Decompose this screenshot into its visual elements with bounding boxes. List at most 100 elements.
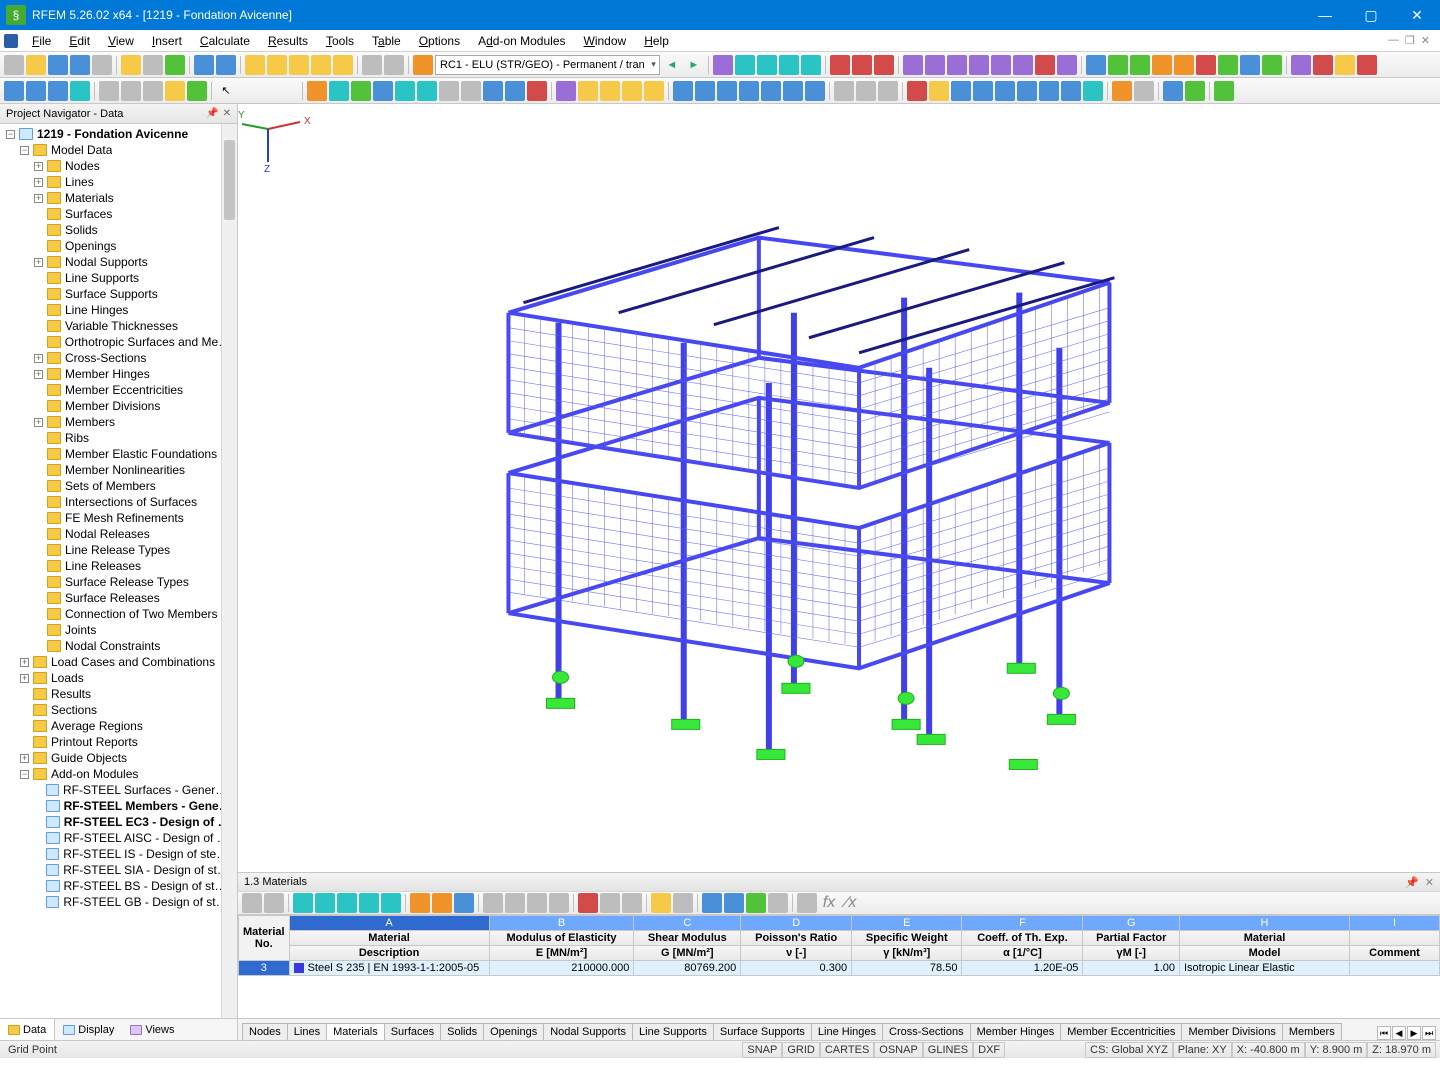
- t2d-icon[interactable]: [70, 81, 90, 101]
- tab-last-icon[interactable]: ⏭: [1422, 1026, 1436, 1040]
- t6a-icon[interactable]: [834, 81, 854, 101]
- tt14-icon[interactable]: [549, 893, 569, 913]
- r3-icon[interactable]: [874, 55, 894, 75]
- child-restore-icon[interactable]: ❐: [1403, 34, 1417, 47]
- t2e-icon[interactable]: [99, 81, 119, 101]
- tree-item[interactable]: RF-STEEL GB - Design of steel m: [0, 894, 237, 910]
- menu-calculate[interactable]: Calculate: [192, 32, 258, 50]
- t3a-icon[interactable]: [307, 81, 327, 101]
- r1-icon[interactable]: [830, 55, 850, 75]
- tree-item[interactable]: Surfaces: [0, 206, 237, 222]
- tree-item[interactable]: Nodal Constraints: [0, 638, 237, 654]
- tt16-icon[interactable]: [600, 893, 620, 913]
- t2f-icon[interactable]: [121, 81, 141, 101]
- tt8-icon[interactable]: [410, 893, 430, 913]
- p6-icon[interactable]: [1013, 55, 1033, 75]
- tt9-icon[interactable]: [432, 893, 452, 913]
- status-toggle-osnap[interactable]: OSNAP: [874, 1042, 923, 1058]
- tab-cross-sections[interactable]: Cross-Sections: [882, 1023, 971, 1040]
- tab-first-icon[interactable]: ⏮: [1377, 1026, 1391, 1040]
- t7c-icon[interactable]: [951, 81, 971, 101]
- loadcase-combo[interactable]: RC1 - ELU (STR/GEO) - Permanent / tran: [435, 55, 660, 75]
- t2b-icon[interactable]: [26, 81, 46, 101]
- b4-icon[interactable]: [1152, 55, 1172, 75]
- b6-icon[interactable]: [1196, 55, 1216, 75]
- tab-line-hinges[interactable]: Line Hinges: [811, 1023, 883, 1040]
- tree-item[interactable]: Line Releases: [0, 558, 237, 574]
- grid-icon[interactable]: [362, 55, 382, 75]
- minimize-button[interactable]: —: [1302, 0, 1348, 30]
- menu-edit[interactable]: Edit: [61, 32, 98, 50]
- r2-icon[interactable]: [852, 55, 872, 75]
- tab-surfaces[interactable]: Surfaces: [384, 1023, 441, 1040]
- t3j-icon[interactable]: [505, 81, 525, 101]
- calc-icon[interactable]: [713, 55, 733, 75]
- tt7-icon[interactable]: [381, 893, 401, 913]
- t9a-icon[interactable]: [1163, 81, 1183, 101]
- tt3-icon[interactable]: [293, 893, 313, 913]
- tree-item[interactable]: Solids: [0, 222, 237, 238]
- b9-icon[interactable]: [1262, 55, 1282, 75]
- navigator-tree[interactable]: −1219 - Fondation Avicenne−Model Data+No…: [0, 124, 237, 1018]
- status-toggle-cartes[interactable]: CARTES: [820, 1042, 874, 1058]
- fx-icon[interactable]: fx: [819, 893, 839, 913]
- c3-icon[interactable]: [1335, 55, 1355, 75]
- tree-item[interactable]: Intersections of Surfaces: [0, 494, 237, 510]
- tree-item[interactable]: Results: [0, 686, 237, 702]
- tree-item[interactable]: Variable Thicknesses: [0, 318, 237, 334]
- t4a-icon[interactable]: [556, 81, 576, 101]
- tree-item[interactable]: RF-STEEL EC3 - Design of stee: [0, 814, 237, 830]
- tree-item[interactable]: Line Hinges: [0, 302, 237, 318]
- nav-tab-display[interactable]: Display: [55, 1019, 122, 1040]
- t5c-icon[interactable]: [717, 81, 737, 101]
- tt1-icon[interactable]: [242, 893, 262, 913]
- tree-scrollbar[interactable]: [221, 124, 237, 1018]
- nav-close-icon[interactable]: ✕: [223, 108, 231, 119]
- tree-item[interactable]: +Member Hinges: [0, 366, 237, 382]
- tree-item[interactable]: Openings: [0, 238, 237, 254]
- tree-item[interactable]: RF-STEEL Surfaces - General stre: [0, 782, 237, 798]
- tree-item[interactable]: +Lines: [0, 174, 237, 190]
- t9c-icon[interactable]: [1214, 81, 1234, 101]
- res2-icon[interactable]: [757, 55, 777, 75]
- menu-file[interactable]: File: [24, 32, 59, 50]
- tab-openings[interactable]: Openings: [483, 1023, 544, 1040]
- b5-icon[interactable]: [1174, 55, 1194, 75]
- tree-item[interactable]: Member Elastic Foundations: [0, 446, 237, 462]
- t8a-icon[interactable]: [1112, 81, 1132, 101]
- menu-options[interactable]: Options: [411, 32, 468, 50]
- tab-member-divisions[interactable]: Member Divisions: [1181, 1023, 1282, 1040]
- tree-item[interactable]: +Loads: [0, 670, 237, 686]
- table-pin-icon[interactable]: 📌: [1405, 876, 1419, 889]
- t3g-icon[interactable]: [439, 81, 459, 101]
- table-close-icon[interactable]: ✕: [1425, 876, 1434, 889]
- res4-icon[interactable]: [801, 55, 821, 75]
- p5-icon[interactable]: [991, 55, 1011, 75]
- grid2-icon[interactable]: [384, 55, 404, 75]
- t3b-icon[interactable]: [329, 81, 349, 101]
- tree-item[interactable]: Surface Release Types: [0, 574, 237, 590]
- tree-item[interactable]: Sets of Members: [0, 478, 237, 494]
- tree-item[interactable]: RF-STEEL Members - General s: [0, 798, 237, 814]
- table-row[interactable]: 3 Steel S 235 | EN 1993-1-1:2005-05 2100…: [239, 961, 1440, 976]
- p7-icon[interactable]: [1035, 55, 1055, 75]
- redo-icon[interactable]: [216, 55, 236, 75]
- p2-icon[interactable]: [925, 55, 945, 75]
- res1-icon[interactable]: [735, 55, 755, 75]
- b3-icon[interactable]: [1130, 55, 1150, 75]
- prev-lc-icon[interactable]: ◄: [662, 55, 682, 75]
- report-icon[interactable]: [143, 55, 163, 75]
- status-toggle-snap[interactable]: SNAP: [742, 1042, 782, 1058]
- t4d-icon[interactable]: [622, 81, 642, 101]
- p1-icon[interactable]: [903, 55, 923, 75]
- status-toggle-grid[interactable]: GRID: [782, 1042, 820, 1058]
- menu-results[interactable]: Results: [260, 32, 316, 50]
- tt4-icon[interactable]: [315, 893, 335, 913]
- tree-item[interactable]: Sections: [0, 702, 237, 718]
- tree-item[interactable]: Nodal Releases: [0, 526, 237, 542]
- c4-icon[interactable]: [1357, 55, 1377, 75]
- new-icon[interactable]: [4, 55, 24, 75]
- tree-item[interactable]: Joints: [0, 622, 237, 638]
- tab-nodal-supports[interactable]: Nodal Supports: [543, 1023, 633, 1040]
- arrow-icon[interactable]: ↖: [216, 81, 236, 101]
